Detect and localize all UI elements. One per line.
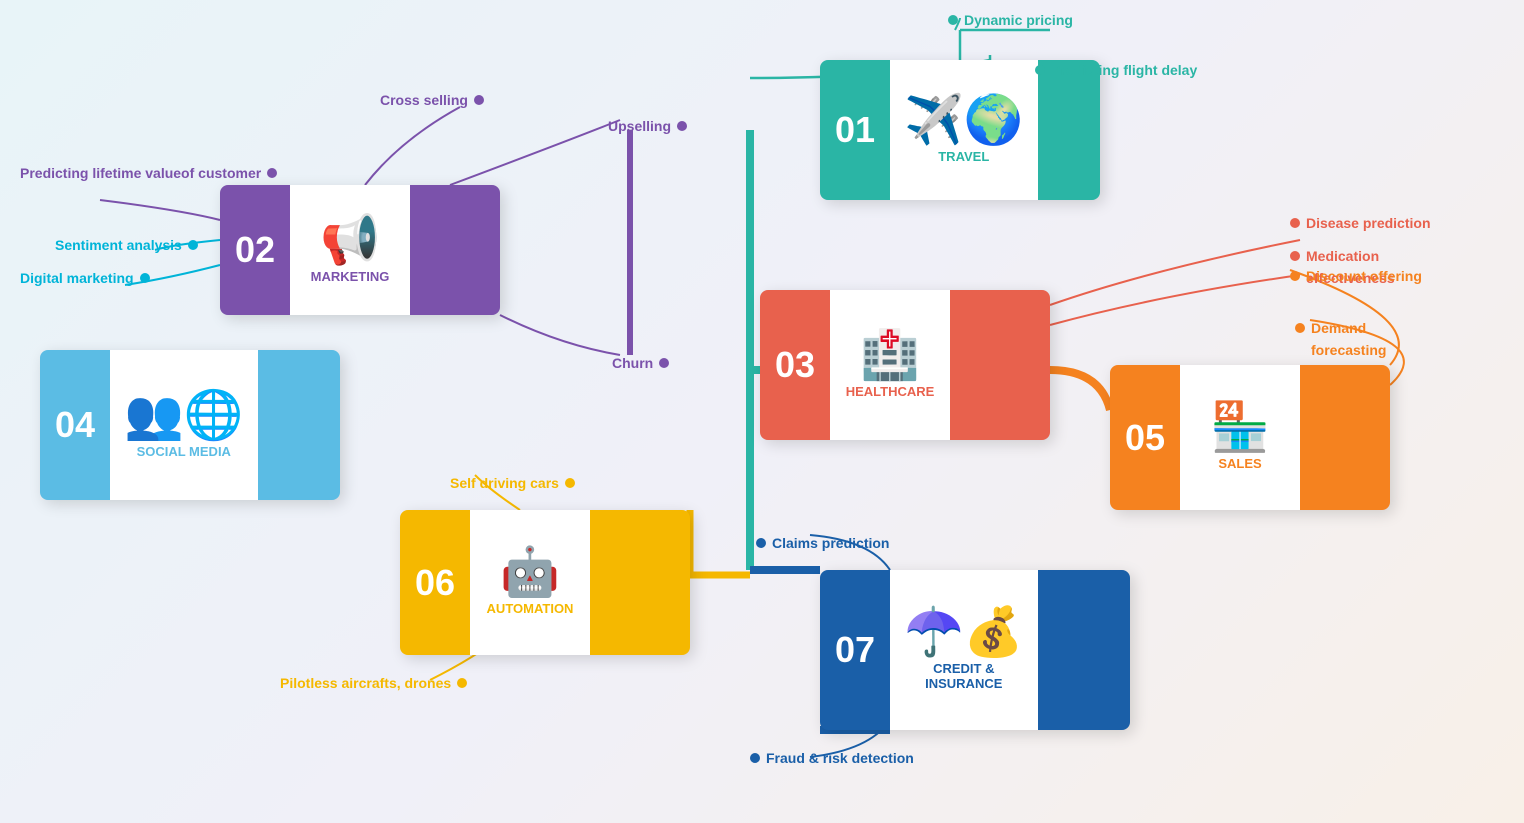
dot-claims	[756, 538, 766, 548]
dot-cross-selling	[474, 95, 484, 105]
card-05-label: SALES	[1218, 456, 1261, 471]
label-pilotless: Pilotless aircrafts, drones	[280, 675, 467, 691]
dot-discount	[1290, 271, 1300, 281]
card-02-number: 02	[220, 219, 290, 281]
healthcare-icon: 🏥	[860, 332, 920, 380]
card-02-label: MARKETING	[311, 269, 390, 284]
dot-medication	[1290, 251, 1300, 261]
dot-upselling	[677, 121, 687, 131]
card-03-label: HEALTHCARE	[846, 384, 935, 399]
sales-icon: 🏪	[1210, 404, 1270, 452]
label-self-driving: Self driving cars	[450, 475, 575, 491]
card-07-label: CREDIT & INSURANCE	[925, 661, 1002, 691]
dot-pilotless	[457, 678, 467, 688]
card-03-number: 03	[760, 334, 830, 396]
label-disease-prediction: Disease prediction	[1290, 215, 1431, 231]
label-lifetime-value: Predicting lifetime valueof customer	[20, 165, 277, 181]
dot-lifetime-value	[267, 168, 277, 178]
dot-dynamic-pricing	[948, 15, 958, 25]
credit-icon: ☂️💰	[904, 609, 1024, 657]
label-digital-marketing: Digital marketing	[20, 270, 150, 286]
card-06-label: AUTOMATION	[487, 601, 574, 616]
card-07-icon-area: ☂️💰 CREDIT & INSURANCE	[890, 570, 1038, 730]
social-media-icon: 👥🌐	[124, 392, 244, 440]
label-predicting-flight: Predicting flight delay	[1035, 62, 1197, 78]
card-05-number: 05	[1110, 407, 1180, 469]
card-06-number: 06	[400, 552, 470, 614]
card-01-icon-area: ✈️🌍 TRAVEL	[890, 60, 1038, 200]
label-dynamic-pricing: Dynamic pricing	[948, 12, 1073, 28]
label-discount: Discount offering	[1290, 268, 1422, 284]
card-sales: 05 🏪 SALES	[1110, 365, 1390, 510]
dot-churn	[659, 358, 669, 368]
dot-predicting-flight	[1035, 65, 1045, 75]
card-01-number: 01	[820, 99, 890, 161]
label-fraud: Fraud & risk detection	[750, 750, 914, 766]
label-claims: Claims prediction	[756, 535, 889, 551]
dot-self-driving	[565, 478, 575, 488]
card-automation: 06 🤖 AUTOMATION	[400, 510, 690, 655]
card-02-icon-area: 📢 MARKETING	[290, 185, 410, 315]
label-sentiment: Sentiment analysis	[55, 237, 198, 253]
dot-digital-marketing	[140, 273, 150, 283]
card-marketing: 02 📢 MARKETING	[220, 185, 500, 315]
card-travel: 01 ✈️🌍 TRAVEL	[820, 60, 1100, 200]
dot-disease-prediction	[1290, 218, 1300, 228]
card-healthcare: 03 🏥 HEALTHCARE	[760, 290, 1050, 440]
card-03-icon-area: 🏥 HEALTHCARE	[830, 290, 950, 440]
card-04-number: 04	[40, 394, 110, 456]
dot-demand	[1295, 323, 1305, 333]
card-social-media: 04 👥🌐 SOCIAL MEDIA	[40, 350, 340, 500]
card-04-label: SOCIAL MEDIA	[137, 444, 231, 459]
card-05-icon-area: 🏪 SALES	[1180, 365, 1300, 510]
travel-icon: ✈️🌍	[904, 97, 1024, 145]
automation-icon: 🤖	[500, 549, 560, 597]
card-04-icon-area: 👥🌐 SOCIAL MEDIA	[110, 350, 258, 500]
card-06-icon-area: 🤖 AUTOMATION	[470, 510, 590, 655]
label-demand: Demand forecasting	[1295, 320, 1386, 358]
card-07-number: 07	[820, 619, 890, 681]
label-upselling: Upselling	[608, 118, 687, 134]
marketing-icon: 📢	[320, 217, 380, 265]
label-churn: Churn	[612, 355, 669, 371]
label-cross-selling: Cross selling	[380, 92, 484, 108]
card-01-label: TRAVEL	[938, 149, 989, 164]
dot-fraud	[750, 753, 760, 763]
dot-sentiment	[188, 240, 198, 250]
card-credit-insurance: 07 ☂️💰 CREDIT & INSURANCE	[820, 570, 1130, 730]
infographic-container: 01 ✈️🌍 TRAVEL 02 📢 MARKETING 03 🏥 HEALTH…	[0, 0, 1524, 823]
